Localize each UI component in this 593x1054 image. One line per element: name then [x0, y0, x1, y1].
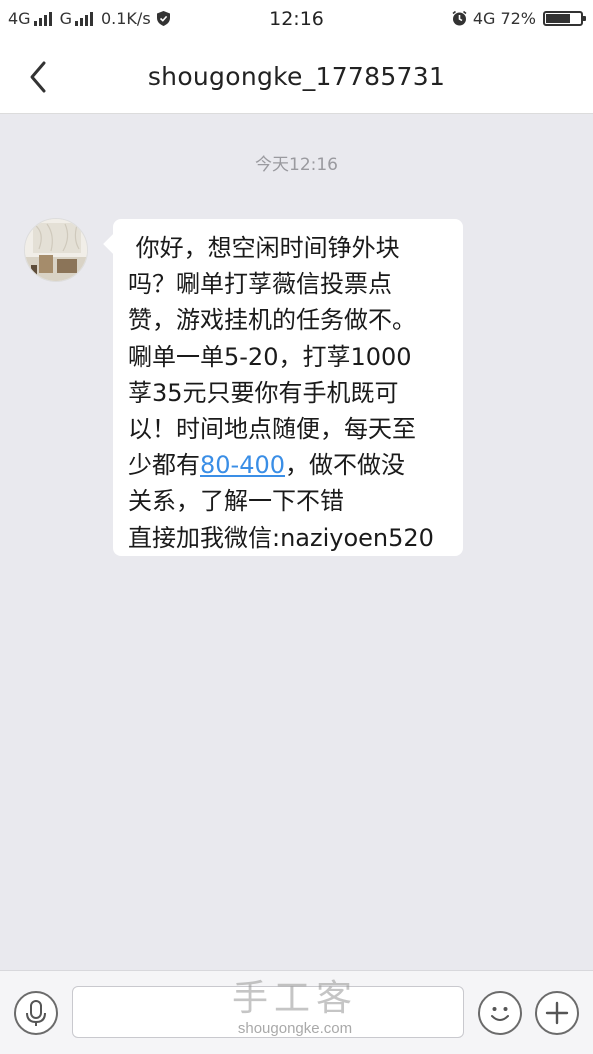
message-line-4: 唰单一单5-20，打莩1000: [128, 342, 412, 371]
voice-input-button[interactable]: [14, 991, 58, 1035]
avatar-photo-icon: [25, 219, 87, 281]
avatar[interactable]: [24, 218, 88, 282]
message-line-6: 以！时间地点随便，每天至: [128, 415, 416, 444]
conversation-header: shougongke_17785731: [0, 40, 593, 114]
message-line-1: 你好，想空闲时间铮外块: [128, 234, 400, 262]
number-link[interactable]: 80-400: [200, 451, 285, 479]
status-bar: 4G G 0.1K/s 12:16 4G 72%: [0, 0, 593, 40]
contact-name: shougongke_17785731: [147, 62, 446, 91]
message-line-8: 关系，了解一下不错: [128, 487, 344, 516]
message-line-3: 赞，游戏挂机的任务做不。: [128, 306, 416, 335]
message-line-5: 莩35元只要你有手机既可: [128, 378, 399, 407]
battery-icon: [543, 11, 586, 26]
microphone-icon: [26, 1000, 46, 1026]
input-bar: [0, 970, 593, 1054]
alarm-clock-icon: [452, 10, 467, 26]
battery-fill: [546, 14, 570, 23]
message-text: ，做不做没: [285, 451, 406, 480]
status-right: 4G 72%: [451, 9, 586, 28]
smiley-icon: [491, 1007, 509, 1021]
message-text: 少都有: [128, 451, 200, 480]
message-line-9: 直接加我微信:naziyoen520: [128, 523, 434, 552]
message-line-2: 吗？唰单打莩薇信投票点: [128, 270, 392, 299]
battery-percent: 72%: [500, 9, 536, 28]
emoji-button[interactable]: [478, 991, 522, 1035]
message-timestamp: 今天12:16: [255, 155, 338, 175]
message-bubble: 你好，想空闲时间铮外块 吗？唰单打莩薇信投票点 赞，游戏挂机的任务做不。 唰单一…: [113, 219, 463, 556]
network-type-right: 4G: [472, 9, 496, 28]
more-options-button[interactable]: [535, 991, 579, 1035]
plus-icon: [545, 1001, 569, 1025]
message-input[interactable]: [72, 986, 464, 1038]
message-line-7: 少都有80-400，做不做没: [128, 447, 453, 483]
